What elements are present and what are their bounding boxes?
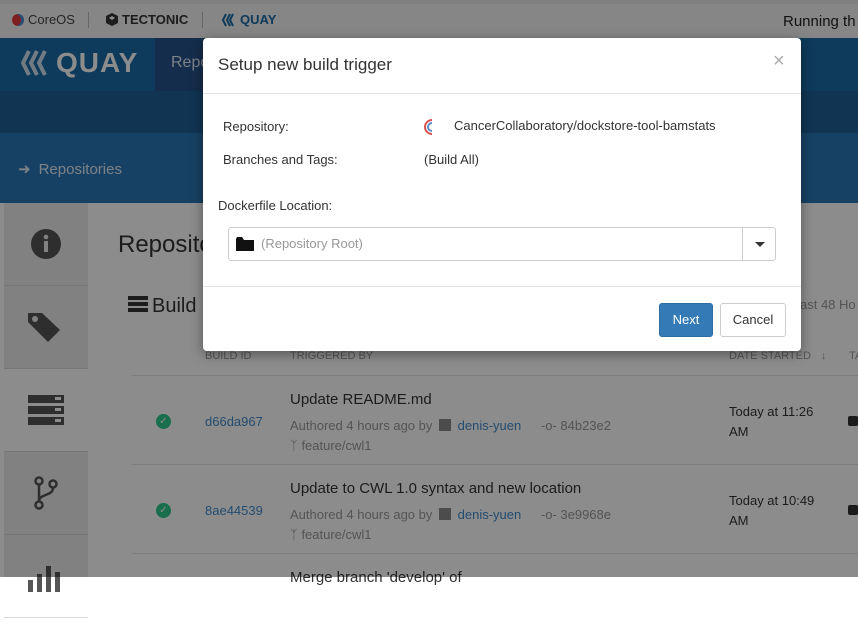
dockerfile-location-input[interactable]: (Repository Root) [261, 236, 363, 251]
repository-avatar-icon [424, 119, 440, 135]
close-icon[interactable]: × [773, 50, 785, 73]
dropdown-toggle-button[interactable] [742, 228, 776, 260]
next-button[interactable]: Next [659, 303, 713, 337]
cancel-button[interactable]: Cancel [720, 303, 786, 337]
repository-value: CancerCollaboratory/dockstore-tool-bamst… [454, 118, 716, 133]
build-trigger-modal: Setup new build trigger × Repository: Ca… [203, 38, 801, 351]
folder-icon [236, 237, 254, 251]
dockerfile-location-dropdown[interactable]: (Repository Root) [228, 227, 776, 261]
repository-label: Repository: [223, 119, 289, 134]
dockerfile-location-label: Dockerfile Location: [218, 198, 333, 213]
branches-label: Branches and Tags: [223, 152, 338, 167]
branches-value: (Build All) [424, 152, 479, 167]
modal-title: Setup new build trigger [218, 55, 392, 74]
modal-footer: Next Cancel [203, 286, 801, 352]
modal-header: Setup new build trigger × [203, 38, 801, 94]
caret-down-icon [755, 242, 765, 247]
